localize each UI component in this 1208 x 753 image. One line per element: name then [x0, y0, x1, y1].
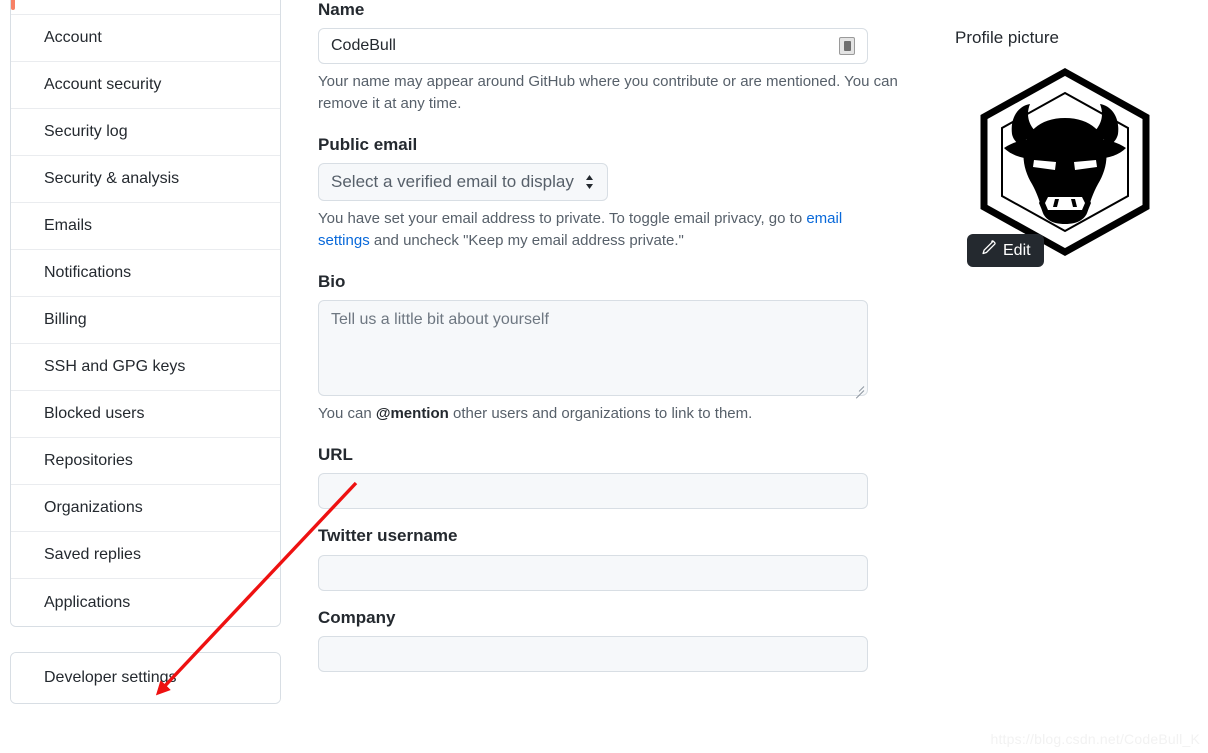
sidebar-item-label: Billing [44, 311, 87, 328]
edit-avatar-button[interactable]: Edit [967, 234, 1044, 267]
bio-help-text: You can @mention other users and organiz… [318, 403, 898, 425]
bio-textarea[interactable]: Tell us a little bit about yourself [318, 300, 868, 399]
sidebar-item-label: Account security [44, 76, 162, 93]
bull-hexagon-logo-icon [980, 67, 1150, 257]
public-email-selected-value: Select a verified email to display [331, 172, 574, 192]
company-input[interactable] [318, 636, 868, 673]
field-name: Name CodeBull Your name may appear aroun… [318, 0, 898, 115]
sidebar-item-label: Notifications [44, 264, 132, 281]
sidebar-item-label: Security log [44, 123, 128, 140]
help-text-part-1: You have set your email address to priva… [318, 210, 807, 228]
sidebar-item-blocked-users[interactable]: Blocked users [11, 391, 280, 438]
name-help-text: Your name may appear around GitHub where… [318, 73, 898, 113]
sidebar-item-repositories[interactable]: Repositories [11, 438, 280, 485]
twitter-input[interactable] [318, 554, 868, 591]
name-input[interactable]: CodeBull [318, 28, 868, 65]
sidebar-item-label: Security & analysis [44, 170, 180, 187]
sidebar-item-account[interactable]: Account [11, 15, 280, 62]
field-bio: Bio Tell us a little bit about yourself … [318, 272, 878, 425]
sidebar-item-applications[interactable]: Applications [11, 579, 280, 626]
help-text-part-2: other users and organizations to link to… [448, 405, 753, 423]
twitter-label: Twitter username [318, 526, 458, 546]
sidebar-item-saved-replies[interactable]: Saved replies [11, 532, 280, 579]
help-text-part-1: You can [318, 405, 376, 423]
public-email-select[interactable]: Select a verified email to display [318, 163, 608, 202]
sidebar-item-label: Emails [44, 217, 93, 234]
edit-avatar-label: Edit [1003, 241, 1031, 259]
mention-keyword: @mention [375, 405, 449, 423]
sidebar-item-label: Blocked users [44, 405, 145, 422]
settings-profile-page: Profile Account Account security Security l… [0, 0, 1208, 753]
settings-sidebar: Profile Account Account security Security l… [10, 0, 281, 704]
sidebar-item-emails[interactable]: Emails [11, 203, 280, 250]
sidebar-item-security-analysis[interactable]: Security & analysis [11, 156, 280, 203]
sidebar-item-label: Repositories [44, 452, 133, 469]
pencil-icon [980, 240, 996, 261]
url-input[interactable] [318, 473, 868, 510]
field-company: Company [318, 607, 878, 673]
chevron-updown-icon [584, 173, 595, 191]
sidebar-item-label: Account [44, 29, 102, 46]
sidebar-item-label: Organizations [44, 499, 143, 516]
autofill-contact-icon[interactable] [839, 37, 855, 56]
sidebar-item-label: Saved replies [44, 546, 141, 563]
field-twitter-username: Twitter username [318, 526, 878, 591]
public-email-label: Public email [318, 134, 418, 154]
profile-picture-section: Profile picture Edit [955, 28, 1208, 267]
field-url: URL [318, 444, 878, 510]
sidebar-item-organizations[interactable]: Organizations [11, 485, 280, 532]
profile-picture-title: Profile picture [955, 28, 1059, 47]
sidebar-nav-group: Profile Account Account security Security l… [10, 0, 281, 627]
sidebar-item-account-security[interactable]: Account security [11, 62, 280, 109]
profile-form: Name CodeBull Your name may appear aroun… [318, 0, 898, 673]
name-label: Name [318, 0, 365, 19]
sidebar-item-label: Developer settings [44, 669, 177, 686]
avatar[interactable]: Edit [960, 62, 1170, 267]
sidebar-developer-group: Developer settings [10, 652, 281, 704]
name-input-value: CodeBull [331, 37, 396, 55]
sidebar-item-ssh-and-gpg-keys[interactable]: SSH and GPG keys [11, 344, 280, 391]
bio-label: Bio [318, 271, 346, 291]
resize-grip-icon[interactable] [854, 382, 865, 399]
public-email-help-text: You have set your email address to priva… [318, 208, 898, 252]
sidebar-item-developer-settings[interactable]: Developer settings [11, 653, 280, 703]
sidebar-item-label: SSH and GPG keys [44, 358, 186, 375]
bio-placeholder: Tell us a little bit about yourself [331, 311, 549, 329]
url-label: URL [318, 444, 353, 464]
sidebar-item-label: Applications [44, 593, 131, 611]
field-public-email: Public email Select a verified email to … [318, 135, 878, 252]
sidebar-item-billing[interactable]: Billing [11, 297, 280, 344]
help-text-part-2: and uncheck "Keep my email address priva… [369, 232, 684, 250]
watermark-text: https://blog.csdn.net/CodeBull_K [990, 731, 1200, 747]
sidebar-item-notifications[interactable]: Notifications [11, 250, 280, 297]
sidebar-item-security-log[interactable]: Security log [11, 109, 280, 156]
company-label: Company [318, 607, 396, 627]
sidebar-item-profile[interactable]: Profile [11, 0, 280, 15]
